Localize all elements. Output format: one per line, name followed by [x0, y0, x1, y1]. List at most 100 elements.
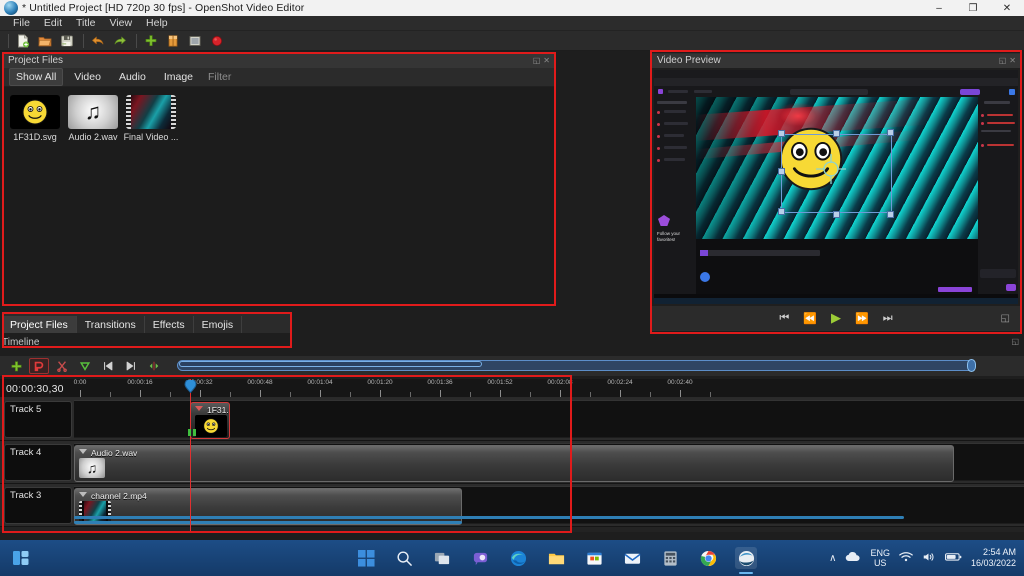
snapshot-button[interactable]: ◱	[1001, 313, 1010, 324]
timeline-track[interactable]: Track 4 Audio 2.wav ♫	[0, 441, 1024, 484]
export-video-icon[interactable]	[163, 32, 183, 50]
taskbar-task-view-icon[interactable]	[431, 547, 453, 569]
menu-item-title[interactable]: Title	[69, 16, 102, 31]
close-button[interactable]: ✕	[990, 0, 1024, 16]
jump-to-start-button[interactable]: ⏮	[779, 312, 789, 325]
rotate-center-icon[interactable]	[814, 152, 848, 186]
tray-language-indicator[interactable]: ENG US	[870, 548, 890, 568]
taskbar-file-explorer-icon[interactable]	[545, 547, 567, 569]
tab-project-files[interactable]: Project Files	[2, 316, 77, 333]
transform-handle-bl[interactable]	[778, 208, 785, 215]
video-preview-stage[interactable]: Follow your favorites!	[654, 70, 1018, 304]
taskbar-mail-icon[interactable]	[621, 547, 643, 569]
taskbar-openshot-icon[interactable]	[735, 547, 757, 574]
menu-item-help[interactable]: Help	[139, 16, 175, 31]
rewind-button[interactable]: ⏪	[803, 312, 817, 325]
project-file-item[interactable]: ♫ Audio 2.wav	[67, 95, 119, 142]
new-project-icon[interactable]	[13, 32, 33, 50]
zoom-slider-handle[interactable]	[967, 359, 976, 372]
tab-transitions[interactable]: Transitions	[77, 316, 145, 333]
profile-caption-bar	[700, 250, 820, 256]
fast-forward-button[interactable]: ⏩	[855, 312, 869, 325]
transform-handle-bc[interactable]	[833, 211, 840, 218]
menu-item-view[interactable]: View	[102, 16, 139, 31]
record-icon[interactable]	[207, 32, 227, 50]
add-marker-icon[interactable]	[75, 358, 95, 374]
ruler-major-tick	[620, 390, 621, 397]
taskbar-widgets-icon[interactable]	[10, 547, 32, 569]
timeline-zoom-slider[interactable]	[177, 359, 1024, 373]
ruler-label: 00:01:52	[487, 379, 513, 386]
project-file-item[interactable]: 1F31D.svg	[9, 95, 61, 142]
ruler-minor-tick	[530, 392, 531, 397]
playhead-handle[interactable]	[184, 378, 197, 394]
taskbar-edge-icon[interactable]	[507, 547, 529, 569]
play-button[interactable]: ▶	[831, 310, 841, 326]
open-project-icon[interactable]	[35, 32, 55, 50]
filter-tab-audio[interactable]: Audio	[112, 68, 153, 86]
transform-handle-tc[interactable]	[833, 130, 840, 137]
chat-panel-graphic	[978, 97, 1018, 294]
clip-menu-caret-icon[interactable]	[79, 492, 87, 497]
track-lane[interactable]: 1F31...	[74, 400, 1024, 439]
timeline-track[interactable]: Track 5 1F31...	[0, 398, 1024, 441]
timeline-dock-icon[interactable]: ◱	[1011, 337, 1019, 346]
import-files-icon[interactable]	[141, 32, 161, 50]
filter-tab-video[interactable]: Video	[67, 68, 108, 86]
previous-marker-icon[interactable]	[98, 358, 118, 374]
project-file-item[interactable]: Final Video ...	[124, 95, 178, 142]
taskbar-calculator-icon[interactable]	[659, 547, 681, 569]
jump-to-end-button[interactable]: ⏭	[883, 312, 893, 325]
menu-bar: File Edit Title View Help	[0, 16, 1024, 31]
project-files-filter-input[interactable]: Filter	[208, 71, 231, 83]
tray-clock[interactable]: 2:54 AM 16/03/2022	[971, 547, 1016, 569]
redo-icon[interactable]	[110, 32, 130, 50]
clip-menu-caret-icon[interactable]	[195, 406, 203, 411]
next-marker-icon[interactable]	[121, 358, 141, 374]
tab-effects[interactable]: Effects	[145, 316, 194, 333]
taskbar-start-icon[interactable]	[355, 547, 377, 569]
menu-item-edit[interactable]: Edit	[37, 16, 69, 31]
taskbar-microsoft-store-icon[interactable]	[583, 547, 605, 569]
transform-handle-tl[interactable]	[778, 130, 785, 137]
taskbar-chrome-icon[interactable]	[697, 547, 719, 569]
app-logo-icon	[4, 1, 18, 15]
browser-url-bar-graphic	[654, 78, 1018, 86]
filter-tab-image[interactable]: Image	[157, 68, 200, 86]
undock-icon[interactable]: ◱	[533, 54, 541, 68]
undock-icon[interactable]: ◱	[999, 54, 1007, 68]
undo-icon[interactable]	[88, 32, 108, 50]
tray-volume-icon[interactable]	[922, 551, 936, 566]
taskbar-chat-icon[interactable]	[469, 547, 491, 569]
menu-item-file[interactable]: File	[6, 16, 37, 31]
transform-handle-ml[interactable]	[778, 168, 785, 175]
fullscreen-icon[interactable]	[185, 32, 205, 50]
taskbar-search-icon[interactable]	[393, 547, 415, 569]
timeline-horizontal-scrollbar[interactable]	[74, 516, 904, 519]
timeline-clip[interactable]: 1F31...	[190, 402, 230, 439]
panel-close-icon[interactable]: ✕	[543, 54, 550, 68]
add-track-icon[interactable]	[6, 358, 26, 374]
track-lane[interactable]: Audio 2.wav ♫	[74, 443, 1024, 482]
timeline-clip[interactable]: Audio 2.wav ♫	[74, 445, 954, 482]
save-project-icon[interactable]	[57, 32, 77, 50]
tray-wifi-icon[interactable]	[899, 551, 913, 565]
minimize-button[interactable]: –	[922, 0, 956, 16]
filter-tab-show-all[interactable]: Show All	[9, 68, 64, 86]
zoom-slider-range[interactable]	[179, 361, 482, 367]
transform-handle-br[interactable]	[887, 211, 894, 218]
panel-close-icon[interactable]: ✕	[1009, 54, 1016, 68]
tab-emojis[interactable]: Emojis	[194, 316, 243, 333]
timeline-ruler[interactable]: 00:00:30,30 0:00 00:00:16 00:00:32 00:00:48…	[0, 379, 1024, 398]
tray-cloud-icon[interactable]	[845, 551, 861, 565]
tray-battery-icon[interactable]	[944, 552, 962, 565]
transform-handle-tr[interactable]	[887, 129, 894, 136]
center-playhead-icon[interactable]	[144, 358, 164, 374]
maximize-button[interactable]: ❐	[956, 0, 990, 16]
timeline-track[interactable]: Track 3 channel 2.mp4	[0, 484, 1024, 527]
razor-tool-icon[interactable]	[52, 358, 72, 374]
tray-chevron-icon[interactable]: ∧	[829, 553, 836, 564]
clip-menu-caret-icon[interactable]	[79, 449, 87, 454]
timeline-clip[interactable]: channel 2.mp4	[74, 488, 462, 525]
snapping-icon[interactable]	[29, 358, 49, 374]
